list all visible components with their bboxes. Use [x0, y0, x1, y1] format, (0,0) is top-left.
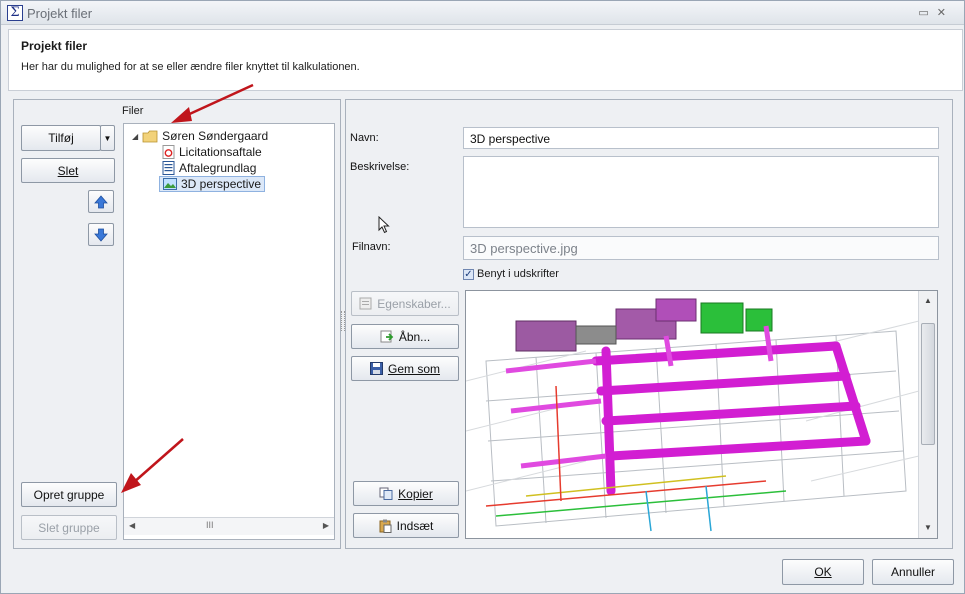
building-3d-perspective-image — [466, 291, 920, 538]
title-bar[interactable]: Σ Projekt filer ▭✕ — [1, 1, 964, 25]
sigma-app-icon: Σ — [7, 5, 23, 21]
arrow-down-icon — [94, 228, 108, 242]
scroll-right-icon[interactable]: ▶ — [323, 521, 329, 530]
project-files-dialog: Σ Projekt filer ▭✕ Projekt filer Her har… — [0, 0, 965, 594]
add-button[interactable]: Tilføj — [21, 125, 101, 151]
folder-icon — [142, 130, 158, 142]
cancel-button[interactable]: Annuller — [872, 559, 954, 585]
name-label: Navn: — [350, 132, 379, 144]
tree-horizontal-scrollbar[interactable]: ◀ III ▶ — [124, 517, 334, 535]
dropdown-arrow-icon: ▼ — [103, 133, 112, 143]
copy-icon — [379, 487, 393, 500]
files-section-label: Filer — [122, 105, 144, 117]
preview-vertical-scrollbar[interactable]: ▲ ▼ — [918, 291, 937, 538]
filename-field: 3D perspective.jpg — [463, 236, 939, 260]
move-down-button[interactable] — [88, 223, 114, 246]
ok-button[interactable]: OK — [782, 559, 864, 585]
pdf-icon — [162, 145, 175, 159]
word-doc-icon — [162, 161, 175, 175]
create-group-button[interactable]: Opret gruppe — [21, 482, 117, 507]
image-file-icon — [163, 178, 177, 190]
tree-item[interactable]: Licitationsaftale — [162, 144, 262, 160]
close-icon[interactable]: ✕ — [937, 7, 954, 19]
scroll-grip-icon[interactable]: III — [206, 520, 214, 530]
file-tree[interactable]: ◢ Søren Søndergaard Licitationsaftale Af… — [123, 123, 335, 540]
add-dropdown-button[interactable]: ▼ — [100, 125, 115, 151]
image-preview[interactable]: ▲ ▼ — [465, 290, 938, 539]
delete-group-button[interactable]: Slet gruppe — [21, 515, 117, 540]
header-subtitle: Her har du mulighed for at se eller ændr… — [21, 61, 360, 73]
use-in-prints-checkbox[interactable]: ✓ Benyt i udskrifter — [463, 268, 559, 280]
open-button[interactable]: Åbn... — [351, 324, 459, 349]
minimize-icon[interactable]: ▭ — [918, 7, 936, 19]
header-title: Projekt filer — [21, 39, 88, 53]
tree-item[interactable]: Aftalegrundlag — [162, 160, 256, 176]
description-label: Beskrivelse: — [350, 161, 410, 173]
name-field[interactable]: 3D perspective — [463, 127, 939, 149]
copy-button[interactable]: Kopier — [353, 481, 459, 506]
tree-root[interactable]: ◢ Søren Søndergaard — [132, 128, 268, 144]
filename-label: Filnavn: — [352, 241, 391, 253]
properties-button[interactable]: Egenskaber... — [351, 291, 459, 316]
scroll-up-icon[interactable]: ▲ — [924, 296, 932, 305]
window-title: Projekt filer — [27, 6, 93, 21]
open-file-icon — [380, 330, 394, 343]
arrow-up-icon — [94, 194, 108, 208]
scroll-thumb[interactable] — [921, 323, 935, 445]
tree-item-selected[interactable]: 3D perspective — [159, 176, 266, 192]
description-field[interactable] — [463, 156, 939, 228]
properties-icon — [359, 297, 372, 310]
save-as-button[interactable]: Gem som — [351, 356, 459, 381]
scroll-down-icon[interactable]: ▼ — [924, 523, 932, 532]
paste-button[interactable]: Indsæt — [353, 513, 459, 538]
delete-button[interactable]: Slet — [21, 158, 115, 183]
dialog-header: Projekt filer Her har du mulighed for at… — [8, 29, 963, 91]
paste-clipboard-icon — [379, 519, 392, 533]
checkmark-icon[interactable]: ✓ — [463, 268, 474, 280]
save-disk-icon — [369, 362, 383, 375]
scroll-left-icon[interactable]: ◀ — [129, 521, 135, 530]
move-up-button[interactable] — [88, 190, 114, 213]
collapse-triangle-icon[interactable]: ◢ — [132, 132, 138, 141]
mouse-cursor-icon — [378, 216, 390, 234]
